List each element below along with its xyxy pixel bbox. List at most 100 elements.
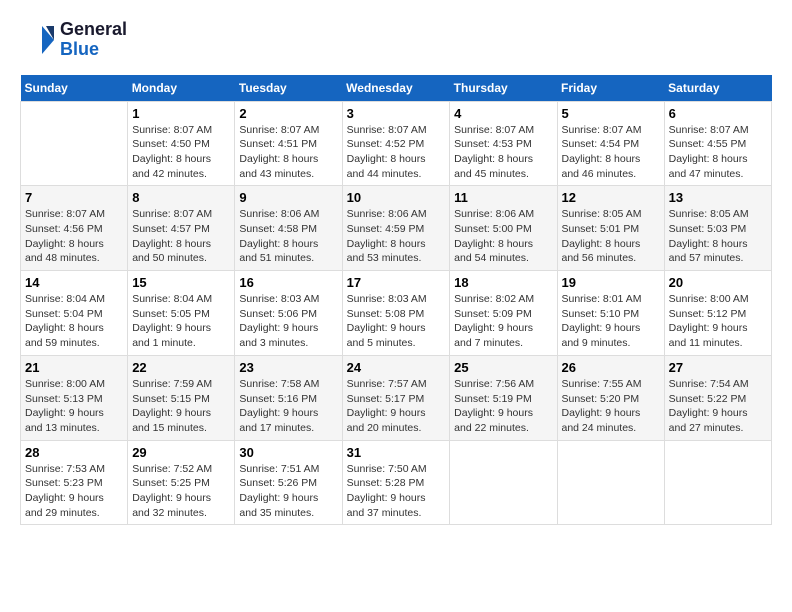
day-info: Sunrise: 7:56 AM Sunset: 5:19 PM Dayligh… [454, 377, 552, 436]
calendar-cell: 6 Sunrise: 8:07 AM Sunset: 4:55 PM Daylig… [664, 101, 771, 186]
day-number: 2 [239, 106, 337, 121]
day-header-saturday: Saturday [664, 75, 771, 102]
day-info: Sunrise: 8:05 AM Sunset: 5:01 PM Dayligh… [562, 207, 660, 266]
day-info: Sunrise: 8:04 AM Sunset: 5:05 PM Dayligh… [132, 292, 230, 351]
calendar-cell: 31 Sunrise: 7:50 AM Sunset: 5:28 PM Dayli… [342, 440, 450, 525]
calendar-cell: 9 Sunrise: 8:06 AM Sunset: 4:58 PM Daylig… [235, 186, 342, 271]
day-header-monday: Monday [128, 75, 235, 102]
day-info: Sunrise: 7:53 AM Sunset: 5:23 PM Dayligh… [25, 462, 123, 521]
day-number: 16 [239, 275, 337, 290]
day-number: 18 [454, 275, 552, 290]
day-info: Sunrise: 7:50 AM Sunset: 5:28 PM Dayligh… [347, 462, 446, 521]
calendar-cell: 21 Sunrise: 8:00 AM Sunset: 5:13 PM Dayli… [21, 355, 128, 440]
day-info: Sunrise: 8:07 AM Sunset: 4:56 PM Dayligh… [25, 207, 123, 266]
calendar-cell: 1 Sunrise: 8:07 AM Sunset: 4:50 PM Daylig… [128, 101, 235, 186]
day-number: 28 [25, 445, 123, 460]
day-info: Sunrise: 8:01 AM Sunset: 5:10 PM Dayligh… [562, 292, 660, 351]
calendar-cell: 20 Sunrise: 8:00 AM Sunset: 5:12 PM Dayli… [664, 271, 771, 356]
calendar-week-2: 7 Sunrise: 8:07 AM Sunset: 4:56 PM Daylig… [21, 186, 772, 271]
calendar-cell: 3 Sunrise: 8:07 AM Sunset: 4:52 PM Daylig… [342, 101, 450, 186]
day-number: 17 [347, 275, 446, 290]
calendar-cell: 17 Sunrise: 8:03 AM Sunset: 5:08 PM Dayli… [342, 271, 450, 356]
day-info: Sunrise: 8:07 AM Sunset: 4:51 PM Dayligh… [239, 123, 337, 182]
calendar-cell: 18 Sunrise: 8:02 AM Sunset: 5:09 PM Dayli… [450, 271, 557, 356]
day-number: 31 [347, 445, 446, 460]
calendar-table: SundayMondayTuesdayWednesdayThursdayFrid… [20, 75, 772, 526]
day-number: 25 [454, 360, 552, 375]
day-info: Sunrise: 8:07 AM Sunset: 4:57 PM Dayligh… [132, 207, 230, 266]
calendar-cell: 8 Sunrise: 8:07 AM Sunset: 4:57 PM Daylig… [128, 186, 235, 271]
calendar-cell: 11 Sunrise: 8:06 AM Sunset: 5:00 PM Dayli… [450, 186, 557, 271]
day-number: 1 [132, 106, 230, 121]
calendar-cell: 5Sunrise: 8:07 AM Sunset: 4:54 PM Daylig… [557, 101, 664, 186]
day-number: 15 [132, 275, 230, 290]
day-info: Sunrise: 8:03 AM Sunset: 5:08 PM Dayligh… [347, 292, 446, 351]
day-info: Sunrise: 7:58 AM Sunset: 5:16 PM Dayligh… [239, 377, 337, 436]
day-number: 20 [669, 275, 767, 290]
logo: General Blue [20, 20, 127, 60]
day-number: 23 [239, 360, 337, 375]
logo-icon [20, 22, 56, 58]
day-info: Sunrise: 8:06 AM Sunset: 4:58 PM Dayligh… [239, 207, 337, 266]
calendar-cell: 2 Sunrise: 8:07 AM Sunset: 4:51 PM Daylig… [235, 101, 342, 186]
calendar-cell: 27 Sunrise: 7:54 AM Sunset: 5:22 PM Dayli… [664, 355, 771, 440]
day-number: 6 [669, 106, 767, 121]
calendar-cell: 28 Sunrise: 7:53 AM Sunset: 5:23 PM Dayli… [21, 440, 128, 525]
calendar-cell: 16 Sunrise: 8:03 AM Sunset: 5:06 PM Dayli… [235, 271, 342, 356]
day-info: Sunrise: 8:07 AM Sunset: 4:55 PM Dayligh… [669, 123, 767, 182]
day-header-sunday: Sunday [21, 75, 128, 102]
day-number: 8 [132, 190, 230, 205]
day-info: Sunrise: 7:52 AM Sunset: 5:25 PM Dayligh… [132, 462, 230, 521]
calendar-week-3: 14Sunrise: 8:04 AM Sunset: 5:04 PM Dayli… [21, 271, 772, 356]
day-info: Sunrise: 8:07 AM Sunset: 4:50 PM Dayligh… [132, 123, 230, 182]
day-number: 5 [562, 106, 660, 121]
day-info: Sunrise: 7:54 AM Sunset: 5:22 PM Dayligh… [669, 377, 767, 436]
calendar-header-row: SundayMondayTuesdayWednesdayThursdayFrid… [21, 75, 772, 102]
day-info: Sunrise: 8:02 AM Sunset: 5:09 PM Dayligh… [454, 292, 552, 351]
page-header: General Blue [20, 20, 772, 60]
logo-text: General Blue [60, 20, 127, 60]
calendar-cell: 12 Sunrise: 8:05 AM Sunset: 5:01 PM Dayli… [557, 186, 664, 271]
day-number: 22 [132, 360, 230, 375]
day-info: Sunrise: 8:00 AM Sunset: 5:13 PM Dayligh… [25, 377, 123, 436]
calendar-cell: 14Sunrise: 8:04 AM Sunset: 5:04 PM Dayli… [21, 271, 128, 356]
day-number: 21 [25, 360, 123, 375]
day-header-thursday: Thursday [450, 75, 557, 102]
day-number: 19 [562, 275, 660, 290]
day-number: 7 [25, 190, 123, 205]
day-info: Sunrise: 8:06 AM Sunset: 5:00 PM Dayligh… [454, 207, 552, 266]
day-number: 12 [562, 190, 660, 205]
day-info: Sunrise: 8:03 AM Sunset: 5:06 PM Dayligh… [239, 292, 337, 351]
day-number: 10 [347, 190, 446, 205]
calendar-cell: 29 Sunrise: 7:52 AM Sunset: 5:25 PM Dayli… [128, 440, 235, 525]
calendar-cell: 7 Sunrise: 8:07 AM Sunset: 4:56 PM Daylig… [21, 186, 128, 271]
day-number: 9 [239, 190, 337, 205]
day-number: 4 [454, 106, 552, 121]
day-number: 11 [454, 190, 552, 205]
calendar-week-1: 1 Sunrise: 8:07 AM Sunset: 4:50 PM Daylig… [21, 101, 772, 186]
day-info: Sunrise: 8:05 AM Sunset: 5:03 PM Dayligh… [669, 207, 767, 266]
day-info: Sunrise: 7:51 AM Sunset: 5:26 PM Dayligh… [239, 462, 337, 521]
day-info: Sunrise: 8:00 AM Sunset: 5:12 PM Dayligh… [669, 292, 767, 351]
calendar-cell [664, 440, 771, 525]
day-info: Sunrise: 8:06 AM Sunset: 4:59 PM Dayligh… [347, 207, 446, 266]
calendar-cell: 24Sunrise: 7:57 AM Sunset: 5:17 PM Dayli… [342, 355, 450, 440]
day-info: Sunrise: 8:07 AM Sunset: 4:52 PM Dayligh… [347, 123, 446, 182]
day-number: 13 [669, 190, 767, 205]
day-number: 30 [239, 445, 337, 460]
day-header-wednesday: Wednesday [342, 75, 450, 102]
day-number: 26 [562, 360, 660, 375]
day-number: 3 [347, 106, 446, 121]
day-number: 24 [347, 360, 446, 375]
calendar-cell: 26Sunrise: 7:55 AM Sunset: 5:20 PM Dayli… [557, 355, 664, 440]
day-number: 27 [669, 360, 767, 375]
day-info: Sunrise: 8:04 AM Sunset: 5:04 PM Dayligh… [25, 292, 123, 351]
calendar-week-5: 28 Sunrise: 7:53 AM Sunset: 5:23 PM Dayli… [21, 440, 772, 525]
calendar-cell: 19 Sunrise: 8:01 AM Sunset: 5:10 PM Dayli… [557, 271, 664, 356]
calendar-cell: 22Sunrise: 7:59 AM Sunset: 5:15 PM Dayli… [128, 355, 235, 440]
day-number: 29 [132, 445, 230, 460]
calendar-cell: 4Sunrise: 8:07 AM Sunset: 4:53 PM Daylig… [450, 101, 557, 186]
calendar-cell: 23 Sunrise: 7:58 AM Sunset: 5:16 PM Dayli… [235, 355, 342, 440]
calendar-cell [21, 101, 128, 186]
day-header-friday: Friday [557, 75, 664, 102]
